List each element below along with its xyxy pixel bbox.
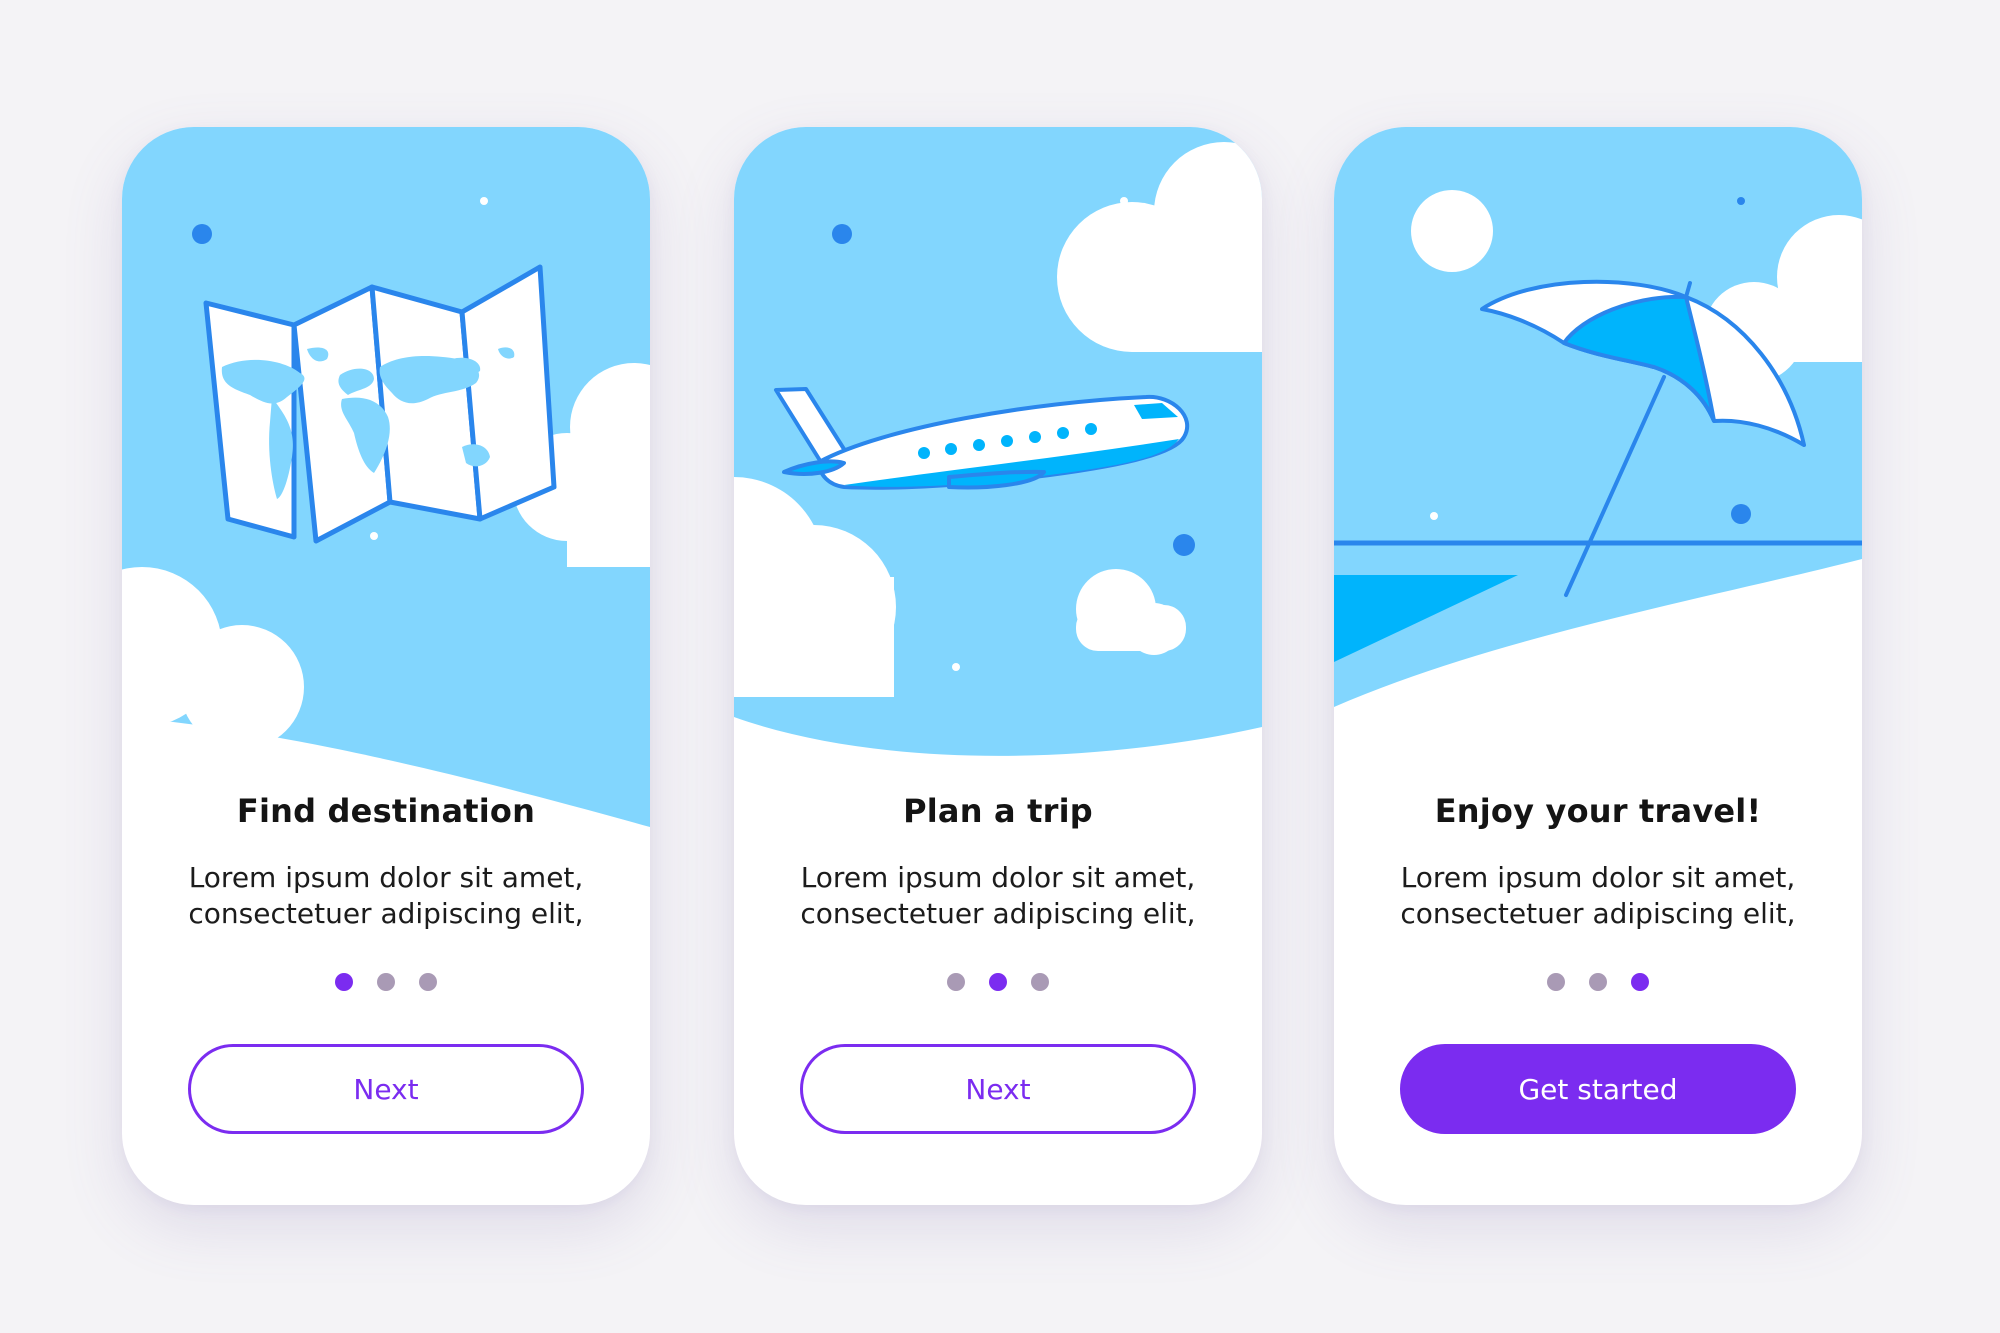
pagination-dots: [122, 973, 650, 991]
screen-description: Lorem ipsum dolor sit amet, consectetuer…: [1334, 860, 1862, 932]
onboarding-screen-enjoy-travel: Enjoy your travel! Lorem ipsum dolor sit…: [1334, 127, 1862, 1205]
screen-description: Lorem ipsum dolor sit amet, consectetuer…: [122, 860, 650, 932]
onboarding-screen-find-destination: Find destination Lorem ipsum dolor sit a…: [122, 127, 650, 1205]
description-line: Lorem ipsum dolor sit amet,: [1400, 861, 1796, 894]
screen-title: Enjoy your travel!: [1434, 792, 1762, 830]
get-started-button[interactable]: Get started: [1400, 1044, 1796, 1134]
sun-icon: [1411, 190, 1493, 272]
illustration-map: [122, 127, 650, 827]
pagination-dot[interactable]: [947, 973, 965, 991]
description-line: consectetuer adipiscing elit,: [800, 897, 1196, 930]
illustration-airplane: [734, 127, 1262, 827]
description-line: consectetuer adipiscing elit,: [1400, 897, 1796, 930]
onboarding-screen-plan-trip: Plan a trip Lorem ipsum dolor sit amet, …: [734, 127, 1262, 1205]
screen-title: Plan a trip: [903, 792, 1093, 830]
next-button[interactable]: Next: [188, 1044, 584, 1134]
pagination-dots: [1334, 973, 1862, 991]
pagination-dot[interactable]: [1031, 973, 1049, 991]
pagination-dot-active[interactable]: [989, 973, 1007, 991]
description-line: Lorem ipsum dolor sit amet,: [188, 861, 584, 894]
pagination-dot-active[interactable]: [1631, 973, 1649, 991]
pagination-dot[interactable]: [377, 973, 395, 991]
pagination-dot[interactable]: [419, 973, 437, 991]
screen-description: Lorem ipsum dolor sit amet, consectetuer…: [734, 860, 1262, 932]
pagination-dot-active[interactable]: [335, 973, 353, 991]
description-line: Lorem ipsum dolor sit amet,: [800, 861, 1196, 894]
illustration-beach: [1334, 127, 1862, 827]
pagination-dot[interactable]: [1547, 973, 1565, 991]
description-line: consectetuer adipiscing elit,: [188, 897, 584, 930]
next-button[interactable]: Next: [800, 1044, 1196, 1134]
screen-title: Find destination: [236, 792, 536, 830]
pagination-dots: [734, 973, 1262, 991]
pagination-dot[interactable]: [1589, 973, 1607, 991]
